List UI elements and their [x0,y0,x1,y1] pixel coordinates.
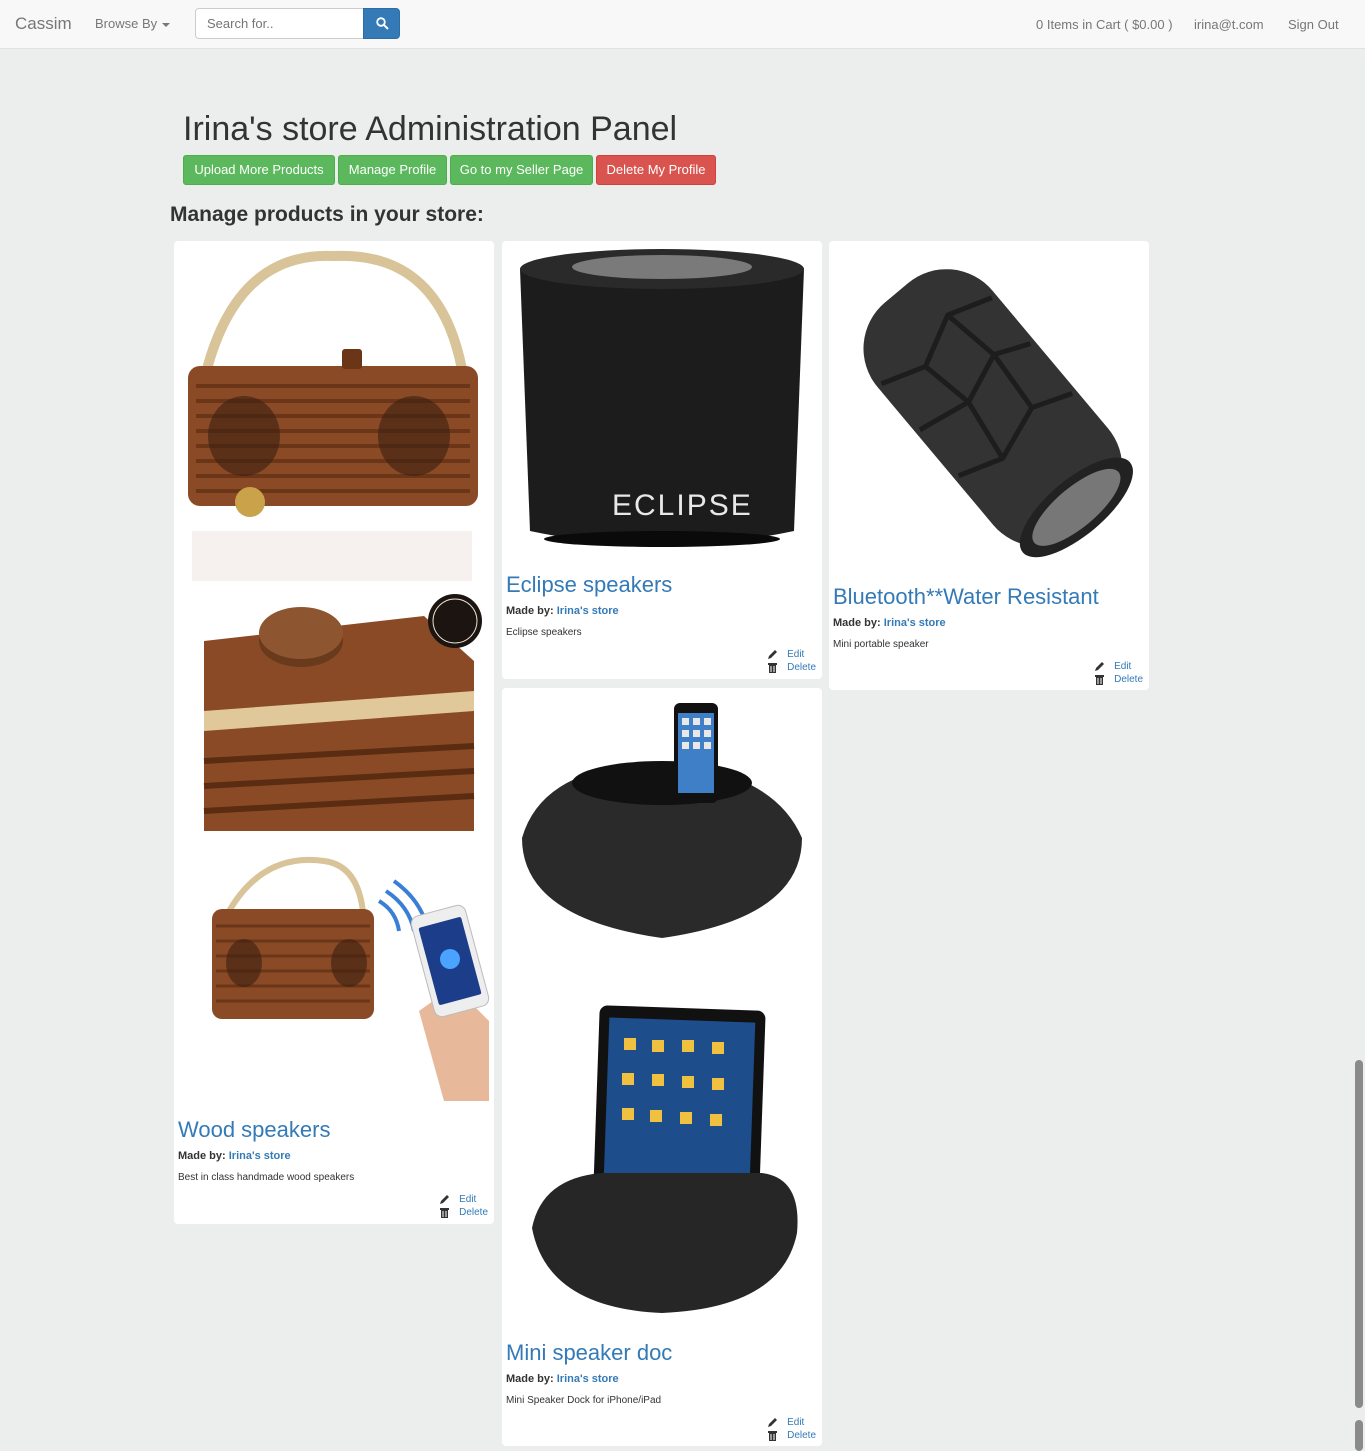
browse-by-dropdown[interactable]: Browse By [95,16,171,31]
delete-link[interactable]: Delete [767,1430,816,1443]
trash-icon [1095,675,1105,685]
pencil-icon [1095,662,1105,671]
edit-label: Edit [459,1194,477,1205]
delete-link[interactable]: Delete [767,662,816,675]
made-by-label: Made by: [506,605,554,617]
store-link[interactable]: Irina's store [557,605,619,617]
made-by: Made by: Irina's store [833,617,946,629]
search-input[interactable] [195,8,364,39]
product-description: Best in class handmade wood speakers [178,1172,355,1183]
product-card-wood-speakers: Wood speakers Made by: Irina's store Bes… [174,241,494,1224]
product-title[interactable]: Mini speaker doc [506,1340,672,1366]
mini-speaker-dock-image[interactable] [502,688,822,1328]
page-title: Irina's store Administration Panel [183,110,678,148]
brand-logo[interactable]: Cassim [15,14,72,34]
delete-profile-button[interactable]: Delete My Profile [596,155,716,185]
edit-link[interactable]: Edit [439,1194,488,1207]
scrollbar-thumb-lower[interactable] [1355,1420,1363,1451]
delete-label: Delete [1114,674,1143,685]
product-title[interactable]: Bluetooth**Water Resistant [833,584,1099,610]
edit-label: Edit [787,649,805,660]
seller-page-button[interactable]: Go to my Seller Page [450,155,593,185]
bluetooth-speaker-image[interactable] [829,241,1149,581]
scrollbar-thumb[interactable] [1355,1060,1363,1408]
delete-label: Delete [787,1430,816,1441]
edit-label: Edit [787,1417,805,1428]
product-title[interactable]: Eclipse speakers [506,572,672,598]
edit-link[interactable]: Edit [767,1417,816,1430]
store-link[interactable]: Irina's store [884,617,946,629]
pencil-icon [440,1195,450,1204]
product-actions: Edit Delete [439,1194,488,1220]
made-by: Made by: Irina's store [178,1150,291,1162]
delete-label: Delete [787,662,816,673]
store-link[interactable]: Irina's store [229,1150,291,1162]
upload-products-button[interactable]: Upload More Products [183,155,335,185]
product-description: Mini portable speaker [833,639,929,650]
sign-out-link[interactable]: Sign Out [1288,17,1339,32]
delete-link[interactable]: Delete [439,1207,488,1220]
pencil-icon [768,650,778,659]
made-by-label: Made by: [178,1150,226,1162]
manage-profile-button[interactable]: Manage Profile [338,155,447,185]
made-by-label: Made by: [506,1373,554,1385]
made-by: Made by: Irina's store [506,1373,619,1385]
wood-speakers-image[interactable] [174,241,494,1101]
product-description: Eclipse speakers [506,627,582,638]
top-navbar: Cassim Browse By 0 Items in Cart ( $0.00… [0,0,1365,49]
trash-icon [440,1208,450,1218]
edit-label: Edit [1114,661,1132,672]
trash-icon [768,1431,778,1441]
product-card-mini-speaker-doc: Mini speaker doc Made by: Irina's store … [502,688,822,1446]
user-email-link[interactable]: irina@t.com [1194,17,1264,32]
section-title: Manage products in your store: [170,203,484,226]
product-actions: Edit Delete [767,649,816,675]
product-card-bluetooth-water-resistant: Bluetooth**Water Resistant Made by: Irin… [829,241,1149,690]
edit-link[interactable]: Edit [1094,661,1143,674]
caret-down-icon [162,22,171,27]
store-link[interactable]: Irina's store [557,1373,619,1385]
delete-label: Delete [459,1207,488,1218]
trash-icon [768,663,778,673]
eclipse-logo-text: ECLIPSE [612,489,753,522]
edit-link[interactable]: Edit [767,649,816,662]
browse-by-label: Browse By [95,16,158,31]
search-icon [376,17,389,30]
search-button[interactable] [363,8,400,39]
made-by: Made by: Irina's store [506,605,619,617]
pencil-icon [768,1418,778,1427]
product-title[interactable]: Wood speakers [178,1117,330,1143]
product-description: Mini Speaker Dock for iPhone/iPad [506,1395,662,1406]
product-actions: Edit Delete [1094,661,1143,687]
delete-link[interactable]: Delete [1094,674,1143,687]
product-card-eclipse-speakers: ECLIPSE Eclipse speakers Made by: Irina'… [502,241,822,679]
made-by-label: Made by: [833,617,881,629]
product-actions: Edit Delete [767,1417,816,1443]
cart-link[interactable]: 0 Items in Cart ( $0.00 ) [1036,17,1173,32]
